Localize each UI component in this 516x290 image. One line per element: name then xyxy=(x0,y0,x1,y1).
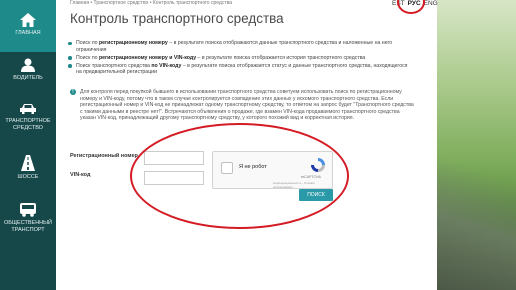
sidebar: ГЛАВНАЯ ВОДИТЕЛЬ ТРАНСПОРТНОЕ СРЕДСТВО Ш… xyxy=(0,0,56,290)
page-title: Контроль транспортного средства xyxy=(70,11,284,26)
nav-item-vehicle[interactable]: ТРАНСПОРТНОЕ СРЕДСТВО xyxy=(0,103,56,143)
bullet-icon xyxy=(68,56,72,60)
reg-number-label: Регистрационный номер xyxy=(70,153,138,159)
nav-item-public-transport[interactable]: ОБЩЕСТВЕННЫЙ ТРАНСПОРТ xyxy=(0,203,56,237)
nav-item-label: ОБЩЕСТВЕННЫЙ ТРАНСПОРТ xyxy=(4,220,52,233)
nav-item-label: ВОДИТЕЛЬ xyxy=(13,75,43,81)
bus-icon xyxy=(20,203,36,217)
nav-item-label: ШОССЕ xyxy=(17,174,39,180)
list-item: Поиск по регистрационному номеру и VIN-к… xyxy=(68,55,408,62)
annotation-circle-form xyxy=(130,123,349,229)
info-notice: ! Для контроля перед покупкой бывшего в … xyxy=(70,89,415,122)
bullet-icon xyxy=(68,64,72,68)
nav-item-road[interactable]: ШОССЕ xyxy=(0,155,56,185)
user-icon xyxy=(21,58,35,72)
search-options-list: Поиск по регистрационному номеру – в рез… xyxy=(68,40,408,77)
breadcrumb[interactable]: Главная • Транспортное средство • Контро… xyxy=(70,0,232,6)
bullet-icon xyxy=(68,41,72,45)
info-icon: ! xyxy=(70,89,76,95)
decorative-background-road xyxy=(437,150,516,290)
car-icon xyxy=(20,104,36,114)
nav-item-label: ТРАНСПОРТНОЕ СРЕДСТВО xyxy=(5,118,51,131)
nav-item-label: ГЛАВНАЯ xyxy=(15,30,41,36)
list-item: Поиск по регистрационному номеру – в рез… xyxy=(68,40,408,53)
notice-text: Для контроля перед покупкой бывшего в ис… xyxy=(80,89,414,122)
vin-code-label: VIN-код xyxy=(70,172,91,178)
list-item: Поиск транспортного средства по VIN-коду… xyxy=(68,63,408,76)
road-icon xyxy=(21,155,35,171)
lang-en-link[interactable]: ENG xyxy=(424,0,438,7)
nav-item-driver[interactable]: ВОДИТЕЛЬ xyxy=(0,56,56,92)
nav-item-home[interactable]: ГЛАВНАЯ xyxy=(0,0,56,52)
home-icon xyxy=(20,13,36,27)
